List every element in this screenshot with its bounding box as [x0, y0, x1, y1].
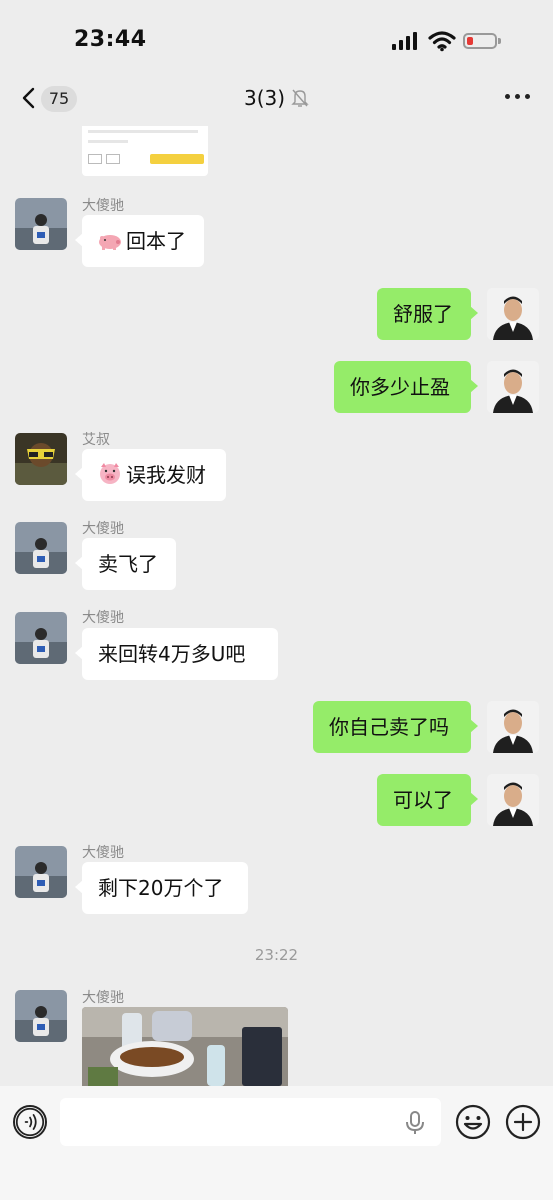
message-bubble[interactable]: 误我发财	[75, 449, 226, 503]
message-text: 回本了	[126, 229, 186, 253]
avatar-dashachi[interactable]	[15, 990, 67, 1042]
message-bubble[interactable]: 舒服了	[377, 288, 478, 340]
shared-image-partial[interactable]	[82, 126, 208, 176]
avatar-me[interactable]	[487, 288, 539, 340]
avatar-dashachi[interactable]	[15, 198, 67, 250]
avatar-me[interactable]	[487, 774, 539, 826]
message-bubble[interactable]: 可以了	[377, 774, 478, 826]
voice-icon[interactable]	[13, 1105, 47, 1139]
message-text: 剩下20万个了	[98, 876, 224, 900]
battery-cap	[498, 38, 501, 44]
more-options-icon[interactable]	[505, 94, 531, 102]
message-text: 你自己卖了吗	[329, 715, 449, 739]
sender-name: 大傻驰	[82, 845, 124, 861]
mute-bell-icon	[291, 89, 309, 107]
message-text: 来回转4万多U吧	[98, 642, 246, 666]
mic-icon[interactable]	[404, 1110, 426, 1136]
sender-name: 艾叔	[82, 432, 110, 448]
wifi-icon	[428, 31, 456, 52]
sender-name: 大傻驰	[82, 990, 124, 1006]
message-input[interactable]	[60, 1098, 441, 1146]
message-text: 舒服了	[393, 302, 453, 326]
sender-name: 大傻驰	[82, 198, 124, 214]
image-message[interactable]	[82, 1007, 288, 1086]
chat-title: 3(3)	[243, 86, 286, 110]
message-bubble[interactable]: 你多少止盈	[334, 361, 478, 413]
avatar-dashachi[interactable]	[15, 612, 67, 664]
message-text: 误我发财	[126, 463, 206, 487]
message-bubble[interactable]: 卖飞了	[75, 538, 176, 590]
emoji-icon[interactable]	[455, 1104, 491, 1140]
pig-nose-icon	[98, 217, 122, 269]
pig-face-icon	[98, 451, 122, 503]
sender-name: 大傻驰	[82, 610, 124, 626]
sender-name: 大傻驰	[82, 521, 124, 537]
timestamp: 23:22	[254, 946, 299, 964]
avatar-dashachi[interactable]	[15, 522, 67, 574]
battery-icon	[463, 33, 497, 49]
avatar-dashachi[interactable]	[15, 846, 67, 898]
message-bubble[interactable]: 你自己卖了吗	[313, 701, 478, 753]
message-bubble[interactable]: 回本了	[75, 215, 204, 269]
avatar-aishu[interactable]	[15, 433, 67, 485]
chat-title-area: 3(3)	[0, 86, 553, 110]
avatar-me[interactable]	[487, 701, 539, 753]
status-time: 23:44	[74, 27, 147, 52]
message-text: 卖飞了	[98, 552, 158, 576]
message-bubble[interactable]: 来回转4万多U吧	[75, 628, 278, 680]
message-text: 可以了	[393, 788, 453, 812]
message-text: 你多少止盈	[350, 375, 450, 399]
plus-icon[interactable]	[505, 1104, 541, 1140]
cellular-signal-icon	[392, 32, 420, 50]
avatar-me[interactable]	[487, 361, 539, 413]
message-bubble[interactable]: 剩下20万个了	[75, 862, 248, 914]
status-bar: 23:44	[0, 0, 553, 80]
